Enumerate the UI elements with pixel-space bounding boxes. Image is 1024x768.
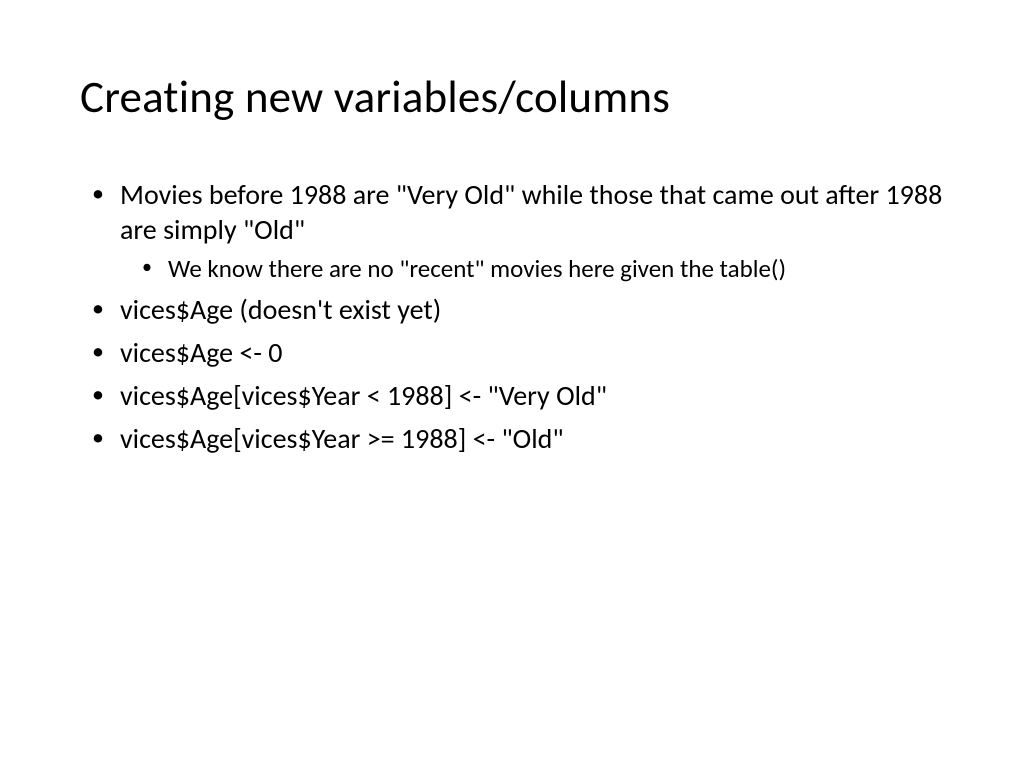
bullet-item: vices$Age[vices$Year >= 1988] <- "Old": [120, 421, 944, 456]
bullet-item: Movies before 1988 are "Very Old" while …: [120, 177, 944, 284]
bullet-item: vices$Age <- 0: [120, 335, 944, 370]
bullet-item: vices$Age[vices$Year < 1988] <- "Very Ol…: [120, 378, 944, 413]
sub-bullet-item: We know there are no "recent" movies her…: [168, 253, 944, 284]
slide-body: Movies before 1988 are "Very Old" while …: [80, 177, 944, 456]
slide-title: Creating new variables/columns: [80, 70, 944, 125]
bullet-text: vices$Age[vices$Year < 1988] <- "Very Ol…: [120, 378, 607, 413]
bullet-list: Movies before 1988 are "Very Old" while …: [80, 177, 944, 456]
bullet-item: vices$Age (doesn't exist yet): [120, 292, 944, 327]
sub-bullet-list: We know there are no "recent" movies her…: [120, 253, 944, 284]
bullet-text: vices$Age <- 0: [120, 335, 282, 370]
bullet-text: vices$Age[vices$Year >= 1988] <- "Old": [120, 421, 564, 456]
bullet-text: Movies before 1988 are "Very Old" while …: [120, 177, 942, 247]
sub-bullet-text: We know there are no "recent" movies her…: [168, 253, 786, 284]
bullet-text: vices$Age (doesn't exist yet): [120, 292, 441, 327]
